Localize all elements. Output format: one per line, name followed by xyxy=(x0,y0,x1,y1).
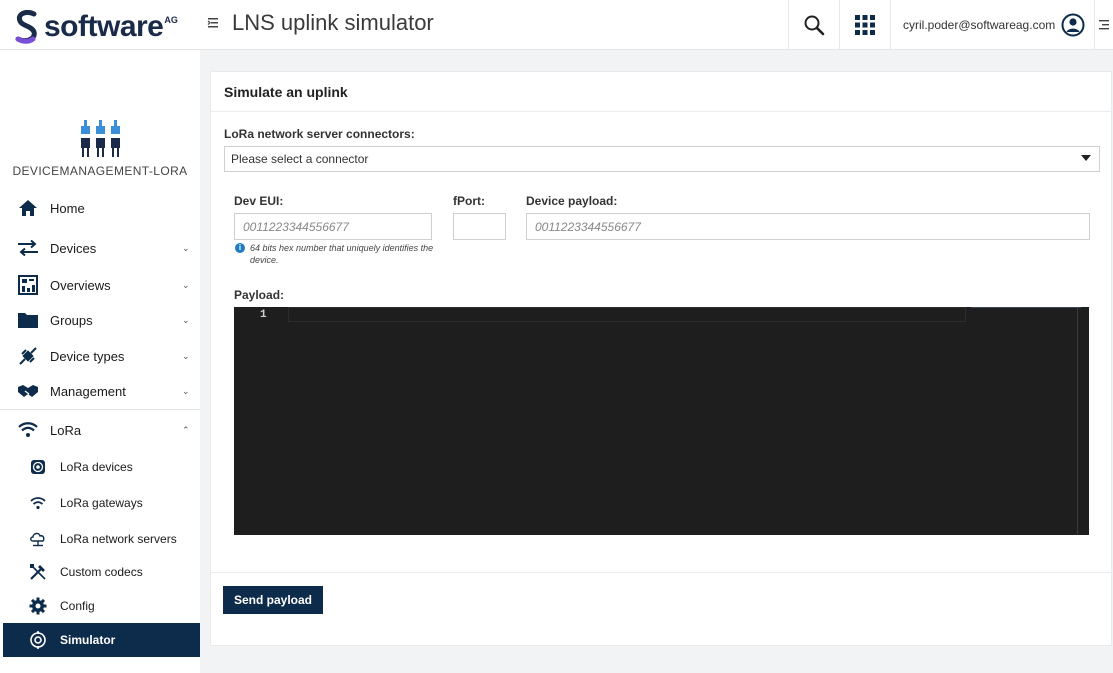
search-icon xyxy=(804,15,824,36)
sidebar-item-label: Devices xyxy=(50,240,97,256)
sidebar-item-config[interactable]: Config xyxy=(0,589,200,623)
brand-name: software xyxy=(44,10,164,43)
sidebar-item-custom-codecs[interactable]: Custom codecs xyxy=(0,555,200,589)
dev-eui-label: Dev EUI: xyxy=(234,194,284,208)
payload-code-editor[interactable]: 1 xyxy=(234,307,1089,535)
info-icon: i xyxy=(235,243,245,253)
sidebar-item-lora-gateways[interactable]: LoRa gateways xyxy=(0,486,200,520)
sidebar-item-label: Simulator xyxy=(60,633,116,647)
sidebar-item-label: Config xyxy=(60,599,95,613)
payload-label: Payload: xyxy=(234,288,285,302)
sidebar-item-management[interactable]: Management ⌄ xyxy=(0,374,200,408)
sidebar-item-device-types[interactable]: Device types ⌄ xyxy=(0,339,200,373)
app-switcher-icon xyxy=(854,15,875,35)
page-title: LNS uplink simulator xyxy=(232,10,434,35)
card-title: Simulate an uplink xyxy=(224,84,348,100)
home-icon xyxy=(17,197,39,219)
device-payload-label: Device payload: xyxy=(526,194,618,208)
app-switcher-button[interactable] xyxy=(839,0,889,50)
sidebar-item-label: LoRa gateways xyxy=(60,496,143,510)
editor-active-line xyxy=(288,307,966,322)
sidebar: DEVICEMANAGEMENT-LORA Home Devices ⌄ Ove… xyxy=(0,50,200,673)
chevron-up-icon: ⌃ xyxy=(182,424,190,435)
right-drawer-icon xyxy=(1099,20,1109,30)
sidebar-item-label: LoRa devices xyxy=(60,460,133,474)
sidebar-item-lora-network-servers[interactable]: LoRa network servers xyxy=(0,522,200,556)
editor-scrollbar[interactable] xyxy=(1077,307,1078,535)
dev-eui-input[interactable]: 0011223344556677 xyxy=(234,213,432,240)
fport-input[interactable] xyxy=(453,213,506,240)
line-number: 1 xyxy=(260,309,267,321)
wifi-icon xyxy=(28,493,48,513)
wifi-icon xyxy=(17,419,39,441)
sidebar-item-simulator[interactable]: Simulator xyxy=(3,623,200,657)
plug-icon xyxy=(17,345,39,367)
chevron-down-icon: ⌄ xyxy=(182,279,190,290)
tools-icon xyxy=(28,562,48,582)
simulate-uplink-card: Simulate an uplink LoRa network server c… xyxy=(210,71,1112,646)
sidebar-item-label: LoRa xyxy=(50,422,82,438)
dev-eui-help-text: 64 bits hex number that uniquely identif… xyxy=(250,243,434,265)
chevron-down-icon: ⌄ xyxy=(182,350,190,361)
connector-select-value: Please select a connector xyxy=(231,152,369,166)
sidebar-item-groups[interactable]: Groups ⌄ xyxy=(0,303,200,337)
software-ag-logo: software AG xyxy=(14,9,178,45)
card-header: Simulate an uplink xyxy=(211,72,1111,112)
device-payload-input[interactable]: 0011223344556677 xyxy=(526,213,1090,240)
lora-menu-group: LoRa ⌃ LoRa devices LoRa gateways LoRa n… xyxy=(0,409,200,673)
menu-collapse-icon[interactable] xyxy=(207,16,221,30)
connector-select[interactable]: Please select a connector xyxy=(224,146,1100,172)
handshake-icon xyxy=(17,380,39,402)
user-menu[interactable]: cyril.poder@softwareag.com xyxy=(890,0,1094,50)
right-drawer-button[interactable] xyxy=(1094,0,1113,50)
sidebar-item-label: Management xyxy=(50,383,126,399)
brand-suffix: AG xyxy=(164,15,178,25)
editor-gutter: 1 xyxy=(234,307,288,535)
sidebar-item-home[interactable]: Home xyxy=(0,191,200,225)
sidebar-item-label: Device types xyxy=(50,348,125,364)
sidebar-item-label: Overviews xyxy=(50,277,111,293)
sidebar-item-devices[interactable]: Devices ⌄ xyxy=(0,231,200,265)
sidebar-item-label: LoRa network servers xyxy=(60,532,177,546)
caret-down-icon xyxy=(1081,155,1091,161)
gear-icon xyxy=(28,596,48,616)
overviews-icon xyxy=(17,274,39,296)
chevron-down-icon: ⌄ xyxy=(182,385,190,396)
logo-s-icon xyxy=(15,10,37,44)
cloud-icon xyxy=(28,529,48,549)
card-footer-divider xyxy=(211,572,1111,573)
devices-icon xyxy=(17,237,39,259)
devicemanagement-app-icon xyxy=(80,120,122,165)
fport-label: fPort: xyxy=(453,194,485,208)
top-bar: software AG LNS uplink simulator cyril.p… xyxy=(0,0,1113,50)
sidebar-item-lora-devices[interactable]: LoRa devices xyxy=(0,450,200,484)
chevron-down-icon: ⌄ xyxy=(182,314,190,325)
send-payload-button[interactable]: Send payload xyxy=(223,586,323,614)
sidebar-item-label: Groups xyxy=(50,312,93,328)
simulator-icon xyxy=(28,630,48,650)
editor-divider xyxy=(971,307,1081,308)
sidebar-item-label: Custom codecs xyxy=(60,565,143,579)
search-button[interactable] xyxy=(788,0,838,50)
sidebar-item-lora[interactable]: LoRa ⌃ xyxy=(0,413,200,447)
chevron-down-icon: ⌄ xyxy=(182,242,190,253)
user-icon xyxy=(1061,13,1085,37)
target-icon xyxy=(28,457,48,477)
user-email: cyril.poder@softwareag.com xyxy=(903,18,1056,32)
folder-icon xyxy=(17,309,39,331)
connector-label: LoRa network server connectors: xyxy=(224,127,415,141)
app-name: DEVICEMANAGEMENT-LORA xyxy=(12,164,188,178)
sidebar-item-overviews[interactable]: Overviews ⌄ xyxy=(0,268,200,302)
sidebar-item-label: Home xyxy=(50,200,85,216)
